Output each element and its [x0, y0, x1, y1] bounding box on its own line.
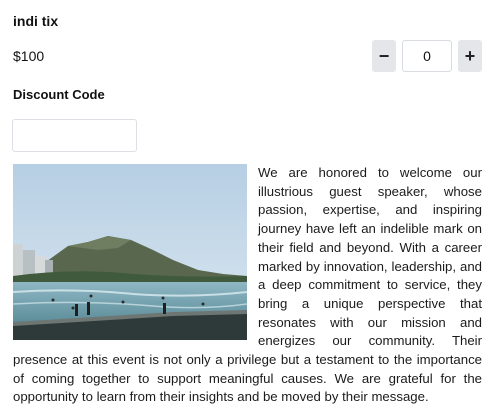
beach-photo	[13, 164, 247, 340]
ticket-name: indi tix	[13, 13, 59, 29]
discount-code-label: Discount Code	[13, 87, 105, 102]
quantity-stepper: − 0 +	[372, 40, 482, 72]
increment-button[interactable]: +	[458, 40, 482, 72]
quantity-field[interactable]: 0	[402, 40, 452, 72]
ticket-price: $100	[13, 48, 45, 64]
decrement-button[interactable]: −	[372, 40, 396, 72]
event-description: We are honored to welcome our illustriou…	[13, 164, 482, 407]
discount-code-input[interactable]	[12, 119, 137, 152]
